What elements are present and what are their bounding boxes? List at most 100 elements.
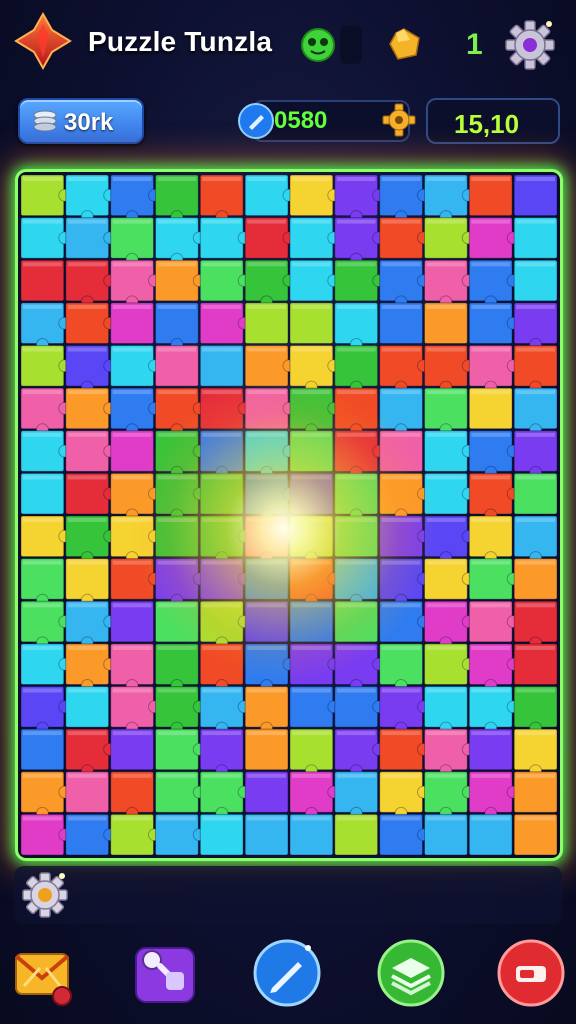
puzzle-piece[interactable] [20, 430, 72, 472]
puzzle-piece[interactable] [424, 515, 475, 565]
puzzle-piece[interactable] [334, 430, 386, 479]
puzzle-piece[interactable] [424, 686, 468, 735]
puzzle-piece[interactable] [468, 813, 513, 856]
puzzle-piece[interactable] [20, 558, 65, 607]
puzzle-piece[interactable] [20, 643, 72, 685]
puzzle-piece[interactable] [334, 771, 379, 820]
puzzle-piece[interactable] [244, 813, 289, 856]
puzzle-piece[interactable] [199, 174, 244, 224]
puzzle-piece[interactable] [110, 345, 161, 387]
puzzle-piece[interactable] [334, 302, 379, 351]
puzzle-piece[interactable] [199, 686, 251, 735]
puzzle-piece[interactable] [513, 643, 558, 685]
puzzle-piece[interactable] [65, 217, 117, 259]
puzzle-piece[interactable] [334, 728, 386, 778]
puzzle-piece[interactable] [424, 302, 468, 344]
puzzle-piece[interactable] [468, 217, 520, 259]
puzzle-piece[interactable] [20, 686, 72, 735]
puzzle-piece[interactable] [20, 515, 72, 558]
puzzle-piece[interactable] [110, 174, 161, 224]
puzzle-piece[interactable] [199, 813, 244, 856]
puzzle-piece[interactable] [289, 643, 341, 685]
puzzle-piece[interactable] [110, 472, 161, 522]
puzzle-piece[interactable] [155, 430, 206, 479]
puzzle-piece[interactable] [424, 771, 475, 820]
puzzle-piece[interactable] [20, 813, 72, 856]
puzzle-piece[interactable] [289, 259, 341, 302]
puzzle-piece[interactable] [379, 174, 430, 224]
puzzle-piece[interactable] [110, 600, 154, 643]
puzzle-piece[interactable] [244, 345, 296, 387]
puzzle-piece[interactable] [155, 174, 199, 224]
puzzle-piece[interactable] [65, 387, 117, 430]
level-button[interactable]: 30rk [18, 98, 144, 144]
gear-icon[interactable] [503, 18, 557, 72]
puzzle-piece[interactable] [424, 643, 475, 685]
puzzle-piece[interactable] [468, 302, 520, 344]
puzzle-piece[interactable] [199, 217, 251, 259]
puzzle-piece[interactable] [513, 472, 558, 515]
puzzle-piece[interactable] [199, 771, 251, 820]
puzzle-piece[interactable] [199, 643, 244, 692]
puzzle-piece[interactable] [379, 387, 424, 437]
puzzle-piece[interactable] [513, 345, 558, 394]
puzzle-piece[interactable] [334, 472, 379, 522]
puzzle-piece[interactable] [199, 515, 251, 565]
puzzle-piece[interactable] [468, 771, 520, 820]
puzzle-piece[interactable] [379, 771, 430, 820]
puzzle-piece[interactable] [155, 686, 206, 735]
puzzle-piece[interactable] [199, 558, 251, 600]
puzzle-piece[interactable] [199, 472, 244, 515]
puzzle-piece[interactable] [468, 600, 520, 643]
puzzle-piece[interactable] [379, 259, 430, 309]
puzzle-piece[interactable] [65, 174, 117, 224]
puzzle-piece[interactable] [379, 430, 424, 472]
puzzle-piece[interactable] [424, 728, 475, 778]
puzzle-piece[interactable] [20, 345, 72, 387]
puzzle-piece[interactable] [20, 217, 72, 259]
puzzle-piece[interactable] [20, 771, 72, 820]
puzzle-piece[interactable] [244, 387, 296, 430]
puzzle-piece[interactable] [334, 686, 386, 728]
puzzle-piece[interactable] [334, 217, 386, 266]
puzzle-piece[interactable] [244, 728, 289, 771]
puzzle-piece[interactable] [155, 515, 199, 558]
envelope-icon[interactable] [10, 938, 80, 1008]
puzzle-piece[interactable] [65, 728, 117, 778]
puzzle-piece[interactable] [20, 174, 72, 217]
puzzle-piece[interactable] [155, 217, 206, 266]
puzzle-piece[interactable] [110, 686, 161, 735]
puzzle-piece[interactable] [468, 472, 520, 522]
puzzle-piece[interactable] [244, 515, 296, 565]
puzzle-piece[interactable] [289, 430, 334, 472]
puzzle-piece[interactable] [513, 387, 558, 437]
pieces-icon[interactable] [130, 938, 200, 1008]
puzzle-piece[interactable] [379, 600, 430, 643]
puzzle-piece[interactable] [379, 643, 424, 692]
puzzle-piece[interactable] [424, 387, 468, 437]
puzzle-piece[interactable] [289, 728, 334, 778]
puzzle-piece[interactable] [110, 217, 154, 266]
puzzle-piece[interactable] [289, 771, 341, 820]
puzzle-piece[interactable] [513, 728, 558, 778]
puzzle-piece[interactable] [424, 813, 468, 856]
puzzle-piece[interactable] [244, 686, 289, 735]
puzzle-piece[interactable] [424, 345, 475, 394]
puzzle-piece[interactable] [20, 472, 65, 515]
puzzle-board[interactable] [20, 174, 558, 856]
puzzle-piece[interactable] [155, 771, 206, 813]
puzzle-piece[interactable] [468, 515, 513, 565]
puzzle-piece[interactable] [199, 345, 244, 387]
puzzle-piece[interactable] [334, 387, 379, 437]
puzzle-piece[interactable] [379, 217, 430, 259]
puzzle-piece[interactable] [289, 217, 341, 259]
puzzle-piece[interactable] [289, 515, 334, 565]
puzzle-piece[interactable] [334, 174, 386, 224]
puzzle-piece[interactable] [289, 345, 341, 394]
puzzle-piece[interactable] [110, 771, 154, 820]
puzzle-piece[interactable] [513, 771, 558, 813]
puzzle-piece[interactable] [20, 259, 65, 302]
puzzle-piece[interactable] [110, 387, 161, 437]
puzzle-piece[interactable] [424, 430, 475, 472]
puzzle-piece[interactable] [289, 686, 341, 728]
